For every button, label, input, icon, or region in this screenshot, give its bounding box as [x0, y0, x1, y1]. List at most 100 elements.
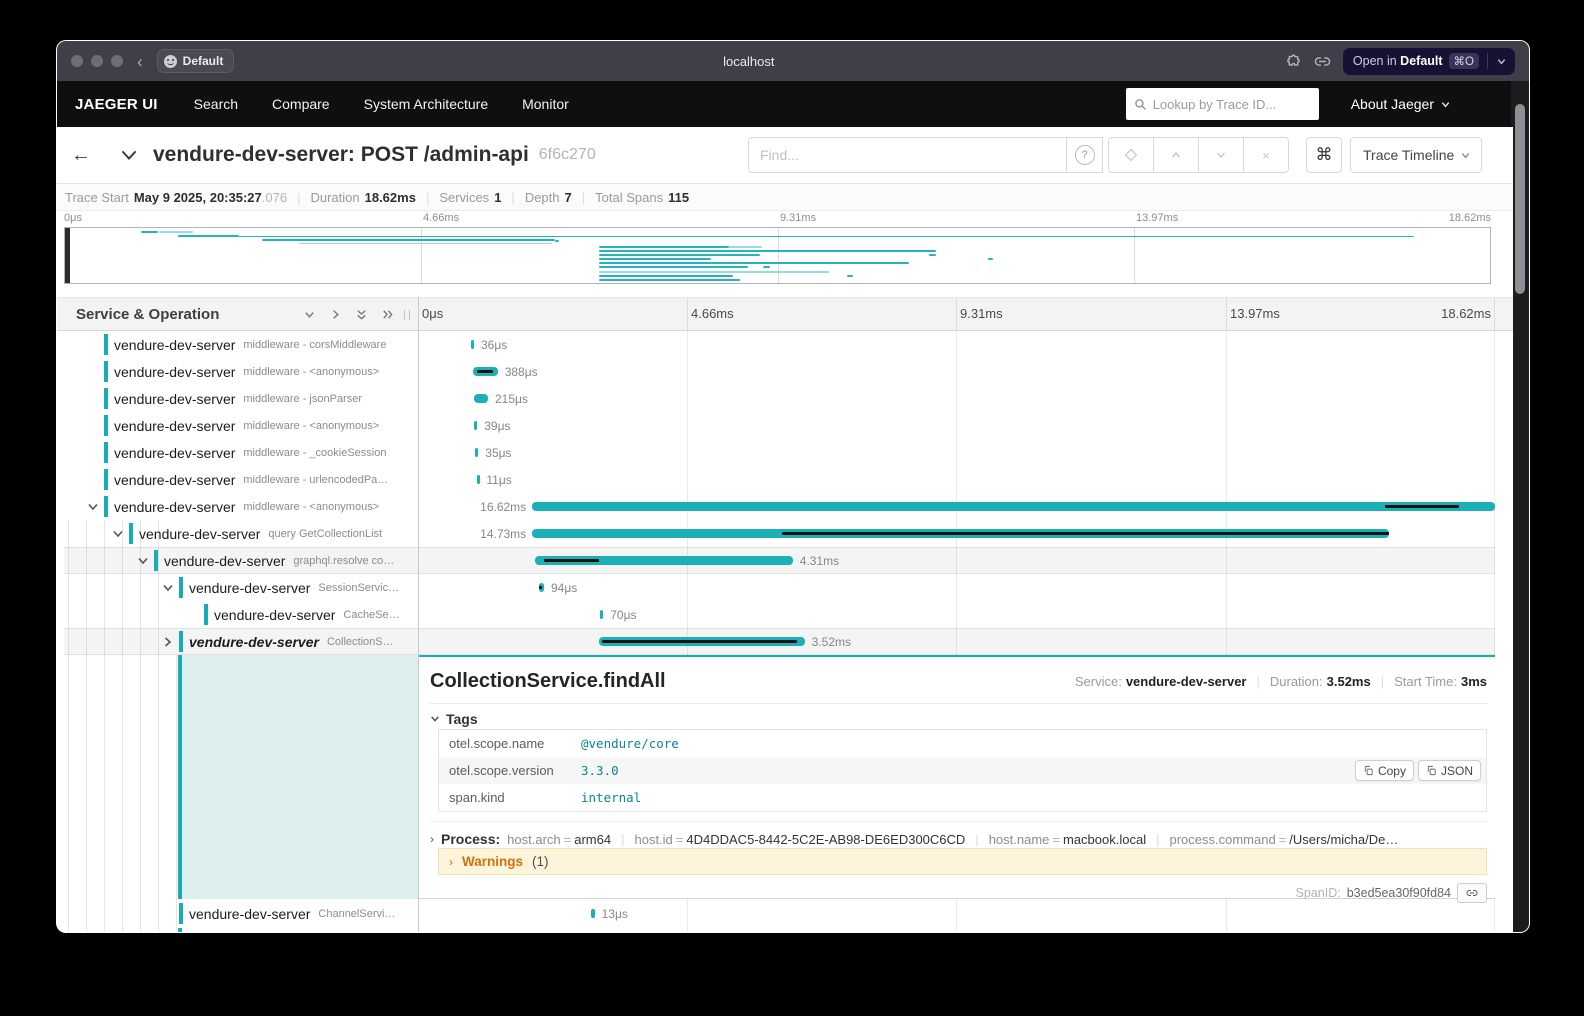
chevron-down-icon[interactable]	[1496, 56, 1507, 67]
span-tree-cell[interactable]: vendure-dev-serverSessionServic…	[64, 574, 418, 601]
column-resize-grip[interactable]	[404, 310, 410, 320]
chevron-down-icon[interactable]	[162, 582, 174, 594]
span-timeline-cell[interactable]: 14.73ms	[418, 520, 1495, 547]
trace-minimap[interactable]	[64, 227, 1491, 284]
span-row[interactable]: vendure-dev-servermiddleware - <anonymou…	[64, 493, 1495, 520]
page-scrollbar-thumb[interactable]	[1515, 104, 1525, 294]
jaeger-brand[interactable]: JAEGER UI	[75, 96, 158, 113]
nav-item-monitor[interactable]: Monitor	[522, 96, 569, 112]
span-duration-bar[interactable]	[471, 340, 474, 349]
tag-row[interactable]: otel.scope.name@vendure/core	[439, 730, 1486, 757]
chevron-down-icon[interactable]	[87, 501, 99, 513]
find-input[interactable]: Find...	[748, 137, 1067, 173]
chevron-down-icon[interactable]	[112, 528, 124, 540]
span-timeline-cell[interactable]: 11μs	[418, 466, 1495, 493]
page-scrollbar[interactable]	[1511, 81, 1529, 932]
span-timeline-cell[interactable]: 4.31ms	[418, 547, 1495, 574]
span-timeline-cell[interactable]: 70μs	[418, 601, 1495, 628]
minimap-left-drag-handle[interactable]	[65, 228, 70, 283]
collapse-one-icon[interactable]	[303, 308, 316, 321]
span-tree-cell[interactable]: vendure-dev-servermiddleware - jsonParse…	[64, 385, 418, 412]
span-row[interactable]: vendure-dev-servermiddleware - <anonymou…	[64, 412, 1495, 439]
copy-link-icon[interactable]	[1314, 53, 1331, 70]
column-divider[interactable]	[418, 297, 419, 932]
back-arrow-button[interactable]: ←	[57, 144, 105, 167]
span-duration-bar[interactable]	[475, 448, 478, 457]
nav-item-compare[interactable]: Compare	[272, 96, 330, 112]
window-controls[interactable]	[71, 55, 123, 67]
nav-item-system-architecture[interactable]: System Architecture	[364, 96, 489, 112]
warnings-section-toggle[interactable]: › Warnings (1)	[438, 848, 1487, 875]
span-row[interactable]: vendure-dev-servermiddleware - urlencode…	[64, 466, 1495, 493]
process-section-toggle[interactable]: › Process: host.arch=arm64|host.id=4D4DD…	[430, 821, 1487, 847]
extensions-puzzle-icon[interactable]	[1285, 53, 1302, 70]
browser-tab[interactable]: Default	[157, 49, 235, 73]
span-row[interactable]: vendure-dev-servermiddleware - <anonymou…	[64, 358, 1495, 385]
span-duration-bar[interactable]	[474, 394, 488, 403]
span-row[interactable]: vendure-dev-serverCollectionS…3.52ms	[64, 628, 1495, 655]
span-tree-cell[interactable]: vendure-dev-serverCollectionS…	[64, 628, 418, 655]
tag-row[interactable]: span.kindinternal	[439, 784, 1486, 811]
span-tree-cell[interactable]: vendure-dev-servermiddleware - <anonymou…	[64, 412, 418, 439]
span-timeline-cell[interactable]: 3.52ms	[418, 628, 1495, 655]
span-row[interactable]: vendure-dev-serverChannelServi…13μs	[64, 900, 1495, 927]
span-tree-cell[interactable]: vendure-dev-servergraphql.resolve co…	[64, 547, 418, 574]
minimize-window-button[interactable]	[91, 55, 103, 67]
span-timeline-cell[interactable]: 16.62ms	[418, 493, 1495, 520]
browser-back-icon[interactable]: ‹	[137, 53, 143, 70]
span-timeline-cell[interactable]: 215μs	[418, 385, 1495, 412]
nav-item-search[interactable]: Search	[194, 96, 238, 112]
tag-row[interactable]: otel.scope.version3.3.0CopyJSON	[439, 757, 1486, 784]
find-next-button[interactable]	[1198, 137, 1244, 173]
span-timeline-cell[interactable]: 94μs	[418, 574, 1495, 601]
span-row[interactable]: vendure-dev-serverquery GetCollectionLis…	[64, 520, 1495, 547]
span-tree-cell[interactable]: vendure-dev-servermiddleware - corsMiddl…	[64, 331, 418, 358]
span-duration-bar[interactable]	[474, 421, 477, 430]
json-button[interactable]: JSON	[1418, 760, 1481, 781]
selected-span-highlight[interactable]	[178, 655, 418, 899]
trace-view-select[interactable]: Trace Timeline	[1350, 137, 1482, 173]
close-window-button[interactable]	[71, 55, 83, 67]
span-duration-bar[interactable]	[477, 475, 480, 484]
span-tree-cell[interactable]: vendure-dev-servermiddleware - <anonymou…	[64, 358, 418, 385]
collapse-header-chevron-icon[interactable]	[119, 145, 139, 165]
trace-id-lookup-input[interactable]: Lookup by Trace ID...	[1126, 88, 1319, 120]
open-in-default-button[interactable]: Open in Default ⌘O	[1343, 48, 1515, 75]
span-timeline-cell[interactable]: 13μs	[418, 900, 1495, 927]
span-duration-bar[interactable]	[591, 909, 594, 918]
span-tree-cell[interactable]: vendure-dev-serverquery GetCollectionLis…	[64, 520, 418, 547]
collapse-all-icon[interactable]	[355, 308, 368, 321]
tags-section-toggle[interactable]: Tags	[430, 711, 478, 727]
span-duration-bar[interactable]	[532, 502, 1495, 511]
span-duration-bar[interactable]	[600, 610, 603, 619]
span-timeline-cell[interactable]: 36μs	[418, 331, 1495, 358]
expand-one-icon[interactable]	[329, 308, 342, 321]
find-prev-button[interactable]	[1153, 137, 1199, 173]
find-clear-button[interactable]: ×	[1243, 137, 1289, 173]
span-tree-cell[interactable]: vendure-dev-serverChannelServi…	[64, 900, 418, 927]
span-tree-cell[interactable]: vendure-dev-servermiddleware - urlencode…	[64, 466, 418, 493]
expand-all-icon[interactable]	[381, 308, 394, 321]
span-row[interactable]: vendure-dev-servermiddleware - corsMiddl…	[64, 331, 1495, 358]
span-row[interactable]: vendure-dev-servermiddleware - jsonParse…	[64, 385, 1495, 412]
find-filter-button[interactable]	[1108, 137, 1154, 173]
span-row[interactable]: vendure-dev-servergraphql.resolve co…4.3…	[64, 547, 1495, 574]
span-row[interactable]: vendure-dev-serverCacheSe…70μs	[64, 601, 1495, 628]
copy-button[interactable]: Copy	[1355, 760, 1414, 781]
span-timeline-cell[interactable]: 388μs	[418, 358, 1495, 385]
minimap-canvas[interactable]	[65, 228, 1490, 283]
span-row[interactable]: vendure-dev-servermiddleware - _cookieSe…	[64, 439, 1495, 466]
span-timeline-cell[interactable]: 39μs	[418, 412, 1495, 439]
chevron-down-icon[interactable]	[137, 555, 149, 567]
span-timeline-cell[interactable]: 35μs	[418, 439, 1495, 466]
span-tree-cell[interactable]: vendure-dev-servermiddleware - _cookieSe…	[64, 439, 418, 466]
span-tree-cell[interactable]: vendure-dev-servermiddleware - <anonymou…	[64, 493, 418, 520]
keyboard-shortcuts-button[interactable]: ⌘	[1306, 137, 1342, 173]
zoom-window-button[interactable]	[111, 55, 123, 67]
about-jaeger-menu[interactable]: About Jaeger	[1351, 96, 1451, 112]
chevron-right-icon[interactable]	[162, 636, 174, 648]
address-url[interactable]: localhost	[723, 54, 774, 69]
span-tree-cell[interactable]: vendure-dev-serverCacheSe…	[64, 601, 418, 628]
span-row[interactable]: vendure-dev-serverSessionServic…94μs	[64, 574, 1495, 601]
find-help-button[interactable]: ?	[1067, 137, 1103, 173]
